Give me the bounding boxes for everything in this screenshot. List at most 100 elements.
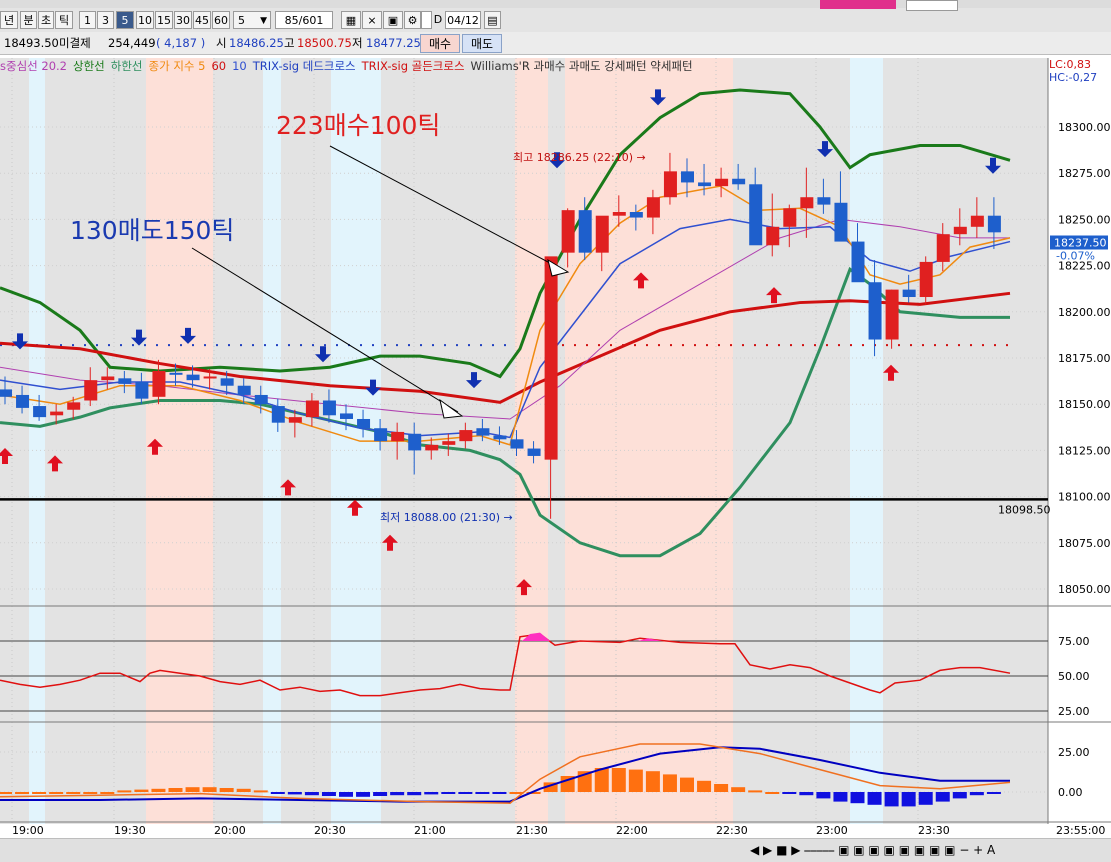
- date-field[interactable]: 04/12: [445, 11, 481, 29]
- gear-icon[interactable]: ⚙: [404, 11, 421, 29]
- buy-button[interactable]: 매수: [420, 34, 460, 53]
- top-input[interactable]: [906, 0, 958, 11]
- osc-tick-label-0: 75.00: [1058, 635, 1090, 648]
- cross-line-icon[interactable]: ⨯: [362, 11, 382, 29]
- current-price-label: 18237.50: [1054, 237, 1107, 250]
- open-label: 시: [216, 36, 227, 50]
- trix-bar-55: [935, 792, 950, 802]
- time-label-2: 20:00: [214, 824, 246, 837]
- candle-body-49: [834, 202, 848, 242]
- save-icon[interactable]: ▣: [383, 11, 403, 29]
- candle-body-4: [67, 402, 81, 410]
- sell-button[interactable]: 매도: [462, 34, 502, 53]
- trix-bar-12: [202, 787, 217, 792]
- time-label-8: 23:00: [816, 824, 848, 837]
- candle-body-52: [885, 289, 899, 340]
- date-checkbox[interactable]: [421, 11, 432, 29]
- session-band-13: [850, 58, 883, 824]
- current-price: 18493.50: [4, 36, 59, 50]
- time-label-7: 22:30: [716, 824, 748, 837]
- legend-item-8: Williams'R 과매수 과매도 강세패턴 약세패턴: [470, 59, 693, 73]
- count-field[interactable]: 85/601: [275, 11, 333, 29]
- trix-bar-52: [884, 792, 899, 807]
- legend-item-6: TRIX-sig 데드크로스: [252, 59, 356, 73]
- trix-bar-37: [628, 769, 643, 792]
- nav-controls[interactable]: ◀ ▶ ■ ▶ ⎯⎯⎯⎯⎯ ▣ ▣ ▣ ▣ ▣ ▣ ▣ ▣ − + A: [750, 843, 995, 858]
- trix-bar-20: [339, 792, 353, 797]
- calendar-icon[interactable]: ▤: [484, 11, 501, 29]
- candle-body-12: [203, 376, 217, 379]
- candle-body-55: [936, 234, 950, 262]
- candle-body-48: [817, 197, 831, 205]
- period-button-11[interactable]: 60: [212, 11, 230, 29]
- candle-body-46: [783, 208, 797, 227]
- price-tick-label-7: 18125.00: [1058, 444, 1111, 457]
- trix-bar-15: [253, 790, 268, 793]
- period-button-9[interactable]: 30: [174, 11, 192, 29]
- candle-body-35: [595, 215, 609, 253]
- candle-body-29: [493, 435, 507, 440]
- legend-item-5: 10: [232, 59, 247, 73]
- trix-bar-39: [662, 774, 677, 792]
- candle-body-5: [84, 380, 98, 401]
- period-button-5[interactable]: 3: [97, 11, 114, 29]
- candle-body-18: [305, 400, 319, 418]
- candle-body-21: [357, 418, 371, 429]
- trix-bar-6: [100, 792, 115, 794]
- chart-statusbar: ◀ ▶ ■ ▶ ⎯⎯⎯⎯⎯ ▣ ▣ ▣ ▣ ▣ ▣ ▣ ▣ − + A: [0, 838, 1111, 862]
- candle-body-33: [561, 210, 575, 253]
- low-note: 최저 18088.00 (21:30) →: [380, 511, 513, 524]
- price-tick-label-10: 18050.00: [1058, 583, 1111, 596]
- open-value: 18486.25: [229, 36, 284, 50]
- candle-body-11: [186, 374, 200, 381]
- status-badge: [820, 0, 896, 9]
- low-value: 18477.25: [366, 36, 421, 50]
- trix-bar-13: [219, 788, 234, 792]
- legend-item-0: s중심선 20.2: [0, 59, 67, 73]
- date-checkbox-label: D: [433, 13, 443, 26]
- candle-body-1: [16, 394, 30, 408]
- trix-bar-22: [373, 792, 388, 796]
- candle-body-30: [510, 439, 524, 449]
- candle-body-22: [374, 428, 388, 442]
- trix-bar-1: [15, 792, 30, 794]
- trix-bar-16: [270, 792, 285, 794]
- candle-body-28: [476, 428, 490, 436]
- high-label: 고: [284, 36, 295, 50]
- candle-body-45: [766, 226, 780, 246]
- candle-body-2: [33, 406, 47, 418]
- period-button-6[interactable]: 5: [116, 11, 134, 29]
- candle-body-25: [425, 444, 439, 451]
- interval-select[interactable]: 5 ▼: [233, 11, 271, 29]
- legend-item-3: 종가 지수 5: [148, 59, 206, 73]
- trix-bar-38: [645, 771, 660, 792]
- time-label-6: 22:00: [616, 824, 648, 837]
- period-button-8[interactable]: 15: [155, 11, 173, 29]
- trix-bar-19: [321, 792, 336, 796]
- candle-body-24: [408, 433, 422, 451]
- period-button-7[interactable]: 10: [136, 11, 154, 29]
- candle-body-32: [544, 256, 558, 460]
- trix-bar-46: [782, 792, 797, 794]
- trix-bar-14: [236, 788, 251, 792]
- grid-icon[interactable]: ▦: [341, 11, 361, 29]
- candle-body-27: [459, 430, 473, 442]
- trix-bar-51: [867, 792, 882, 805]
- trix-bar-45: [765, 792, 780, 794]
- candle-body-34: [578, 210, 592, 253]
- trix-bar-7: [117, 790, 132, 793]
- period-button-1[interactable]: 분: [20, 11, 37, 29]
- period-button-0[interactable]: 년: [0, 11, 18, 29]
- trix-bar-54: [918, 792, 933, 805]
- period-button-3[interactable]: 틱: [55, 11, 73, 29]
- time-label-5: 21:30: [516, 824, 548, 837]
- legend-item-1: 상한선: [73, 59, 105, 73]
- trix-bar-43: [731, 787, 746, 792]
- trix-bar-40: [680, 777, 694, 792]
- candle-body-23: [391, 431, 405, 442]
- period-button-2[interactable]: 초: [38, 11, 54, 29]
- price-chart[interactable]: 18300.0018275.0018250.0018225.0018200.00…: [0, 56, 1111, 838]
- period-button-4[interactable]: 1: [79, 11, 96, 29]
- period-button-10[interactable]: 45: [193, 11, 211, 29]
- osc-tick-label-2: 25.00: [1058, 705, 1090, 718]
